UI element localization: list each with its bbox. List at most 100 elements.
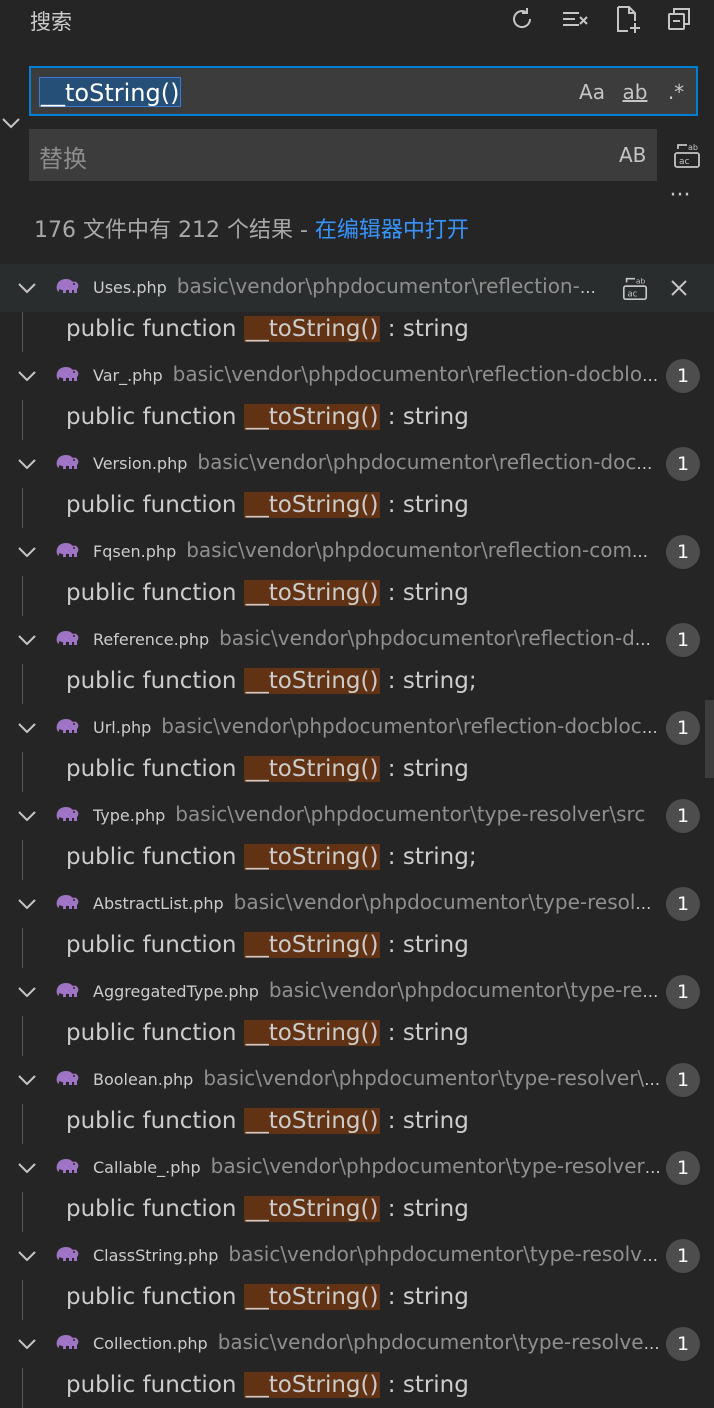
match-prefix: public function (66, 1284, 244, 1310)
match-result-row[interactable]: public function __toString() : string (0, 752, 714, 792)
match-result-row[interactable]: public function __toString() : string (0, 1016, 714, 1056)
svg-text:ab: ab (688, 143, 698, 152)
file-result-row[interactable]: Collection.php basic\vendor\phpdocumentor… (0, 1320, 714, 1368)
tree-indent-guide (22, 1368, 23, 1408)
file-result-row[interactable]: Url.php basic\vendor\phpdocumentor\reflec… (0, 704, 714, 752)
more-options-icon[interactable]: ··· (664, 184, 696, 208)
open-in-editor-link[interactable]: 在编辑器中打开 (315, 218, 469, 243)
match-result-row[interactable]: public function __toString() : string; (0, 664, 714, 704)
replace-all-button[interactable]: ab ac (670, 138, 704, 172)
collapse-all-icon[interactable] (662, 2, 696, 36)
match-result-row[interactable]: public function __toString() : string (0, 576, 714, 616)
match-result-row[interactable]: public function __toString() : string (0, 1104, 714, 1144)
svg-text:ab: ab (636, 276, 646, 285)
file-path: basic\vendor\phpdocumentor\type-resolver… (228, 1242, 663, 1266)
chevron-down-icon[interactable] (16, 277, 38, 299)
file-name: Url.php (93, 718, 152, 737)
match-prefix: public function (66, 1108, 244, 1134)
file-result-row[interactable]: Uses.php basic\vendor\phpdocumentor\refle… (0, 264, 714, 312)
match-highlight: __toString() (243, 668, 381, 694)
php-file-icon (55, 628, 81, 650)
match-count-badge: 1 (666, 1239, 700, 1273)
file-name: Uses.php (93, 278, 167, 297)
match-result-row[interactable]: public function __toString() : string (0, 1280, 714, 1320)
refresh-icon[interactable] (505, 2, 539, 36)
file-result-row[interactable]: Callable_.php basic\vendor\phpdocumentor\… (0, 1144, 714, 1192)
chevron-down-icon[interactable] (16, 1157, 38, 1179)
chevron-down-icon[interactable] (16, 1069, 38, 1091)
match-case-toggle[interactable]: Aa (577, 77, 607, 107)
tree-indent-guide (22, 840, 23, 880)
search-input[interactable]: __toString() Aa ab .* (29, 66, 698, 116)
chevron-down-icon[interactable] (16, 1245, 38, 1267)
new-search-editor-icon[interactable] (610, 2, 644, 36)
chevron-down-icon[interactable] (16, 893, 38, 915)
match-result-row[interactable]: public function __toString() : string (0, 1368, 714, 1408)
match-result-row[interactable]: public function __toString() : string; (0, 840, 714, 880)
match-highlight: __toString() (243, 1284, 381, 1310)
replace-all-in-file-icon[interactable]: ab ac (620, 273, 650, 303)
chevron-down-icon[interactable] (16, 805, 38, 827)
chevron-down-icon[interactable] (16, 453, 38, 475)
php-file-icon (55, 804, 81, 826)
match-result-row[interactable]: public function __toString() : string (0, 488, 714, 528)
file-result-row[interactable]: Var_.php basic\vendor\phpdocumentor\refle… (0, 352, 714, 400)
replace-input[interactable]: 替换 AB (29, 129, 657, 181)
tree-indent-guide (22, 312, 23, 352)
match-count-badge: 1 (666, 359, 700, 393)
file-result-row[interactable]: Reference.php basic\vendor\phpdocumentor\… (0, 616, 714, 664)
chevron-down-icon[interactable] (16, 1333, 38, 1355)
file-result-row[interactable]: Fqsen.php basic\vendor\phpdocumentor\refl… (0, 528, 714, 576)
clear-results-icon[interactable] (558, 2, 592, 36)
file-result-row[interactable]: Type.php basic\vendor\phpdocumentor\type-… (0, 792, 714, 840)
php-file-icon (55, 716, 81, 738)
svg-text:ac: ac (628, 288, 638, 298)
chevron-down-icon[interactable] (16, 541, 38, 563)
match-count-badge: 1 (666, 799, 700, 833)
regex-icon: .* (667, 80, 685, 104)
match-suffix: : string (380, 756, 469, 782)
php-file-icon (55, 980, 81, 1002)
tree-indent-guide (22, 1104, 23, 1144)
dismiss-icon[interactable] (664, 273, 694, 303)
file-result-row[interactable]: AbstractList.php basic\vendor\phpdocument… (0, 880, 714, 928)
toggle-replace-chevron-icon[interactable] (0, 112, 22, 134)
search-panel-header: 搜索 (0, 0, 714, 40)
file-name: AggregatedType.php (93, 982, 259, 1001)
whole-word-toggle[interactable]: ab (617, 77, 653, 107)
chevron-down-icon[interactable] (16, 717, 38, 739)
file-result-row[interactable]: ClassString.php basic\vendor\phpdocumento… (0, 1232, 714, 1280)
match-suffix: : string (380, 1108, 469, 1134)
match-prefix: public function (66, 1020, 244, 1046)
match-highlight: __toString() (243, 580, 381, 606)
file-result-row[interactable]: Version.php basic\vendor\phpdocumentor\re… (0, 440, 714, 488)
scrollbar-thumb[interactable] (705, 700, 714, 778)
match-result-row[interactable]: public function __toString() : string (0, 312, 714, 352)
svg-text:ac: ac (679, 157, 690, 167)
tree-indent-guide (22, 1016, 23, 1056)
match-result-row[interactable]: public function __toString() : string (0, 928, 714, 968)
match-result-row[interactable]: public function __toString() : string (0, 1192, 714, 1232)
file-result-row[interactable]: Boolean.php basic\vendor\phpdocumentor\ty… (0, 1056, 714, 1104)
match-highlight: __toString() (243, 404, 381, 430)
tree-indent-guide (22, 1192, 23, 1232)
match-prefix: public function (66, 316, 244, 342)
file-path: basic\vendor\phpdocumentor\type-resolver… (175, 802, 646, 826)
regex-toggle[interactable]: .* (661, 77, 691, 107)
match-count-badge: 1 (666, 887, 700, 921)
match-highlight: __toString() (243, 1108, 381, 1134)
match-suffix: : string (380, 1284, 469, 1310)
chevron-down-icon[interactable] (16, 365, 38, 387)
preserve-case-toggle[interactable]: AB (619, 143, 646, 167)
search-input-value[interactable]: __toString() (39, 77, 182, 107)
tree-indent-guide (22, 928, 23, 968)
chevron-down-icon[interactable] (16, 981, 38, 1003)
match-count-badge: 1 (666, 447, 700, 481)
file-path: basic\vendor\phpdocumentor\type-resolver… (217, 1330, 663, 1354)
match-result-row[interactable]: public function __toString() : string (0, 400, 714, 440)
file-result-row[interactable]: AggregatedType.php basic\vendor\phpdocume… (0, 968, 714, 1016)
php-file-icon (55, 1156, 81, 1178)
match-suffix: : string (380, 404, 469, 430)
chevron-down-icon[interactable] (16, 629, 38, 651)
match-highlight: __toString() (243, 932, 381, 958)
